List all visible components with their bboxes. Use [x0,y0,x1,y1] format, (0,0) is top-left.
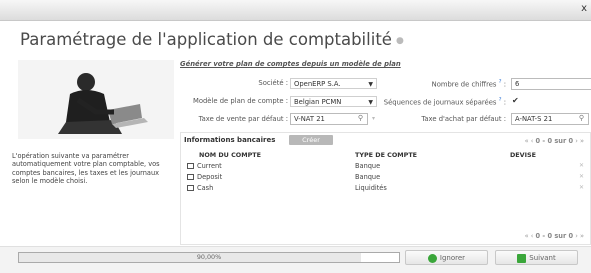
account-type-cell: Banque [355,173,381,181]
delete-icon[interactable]: ✕ [579,173,584,180]
column-header-currency[interactable]: DEVISE [510,151,536,159]
table-row[interactable]: Deposit Banque ✕ [181,173,590,182]
company-value: OpenERP S.A. [294,80,341,88]
separate-sequences-label-text: Séquences de journaux séparées [383,98,497,107]
digits-value: 6 [515,80,520,88]
page-title: Paramétrage de l'application de comptabi… [20,30,404,49]
progress-bar: 90,00% [18,252,400,263]
form-row-company: Société : OpenERP S.A. ▼ Nombre de chiffr… [180,78,591,91]
bank-section-title: Informations bancaires [184,136,276,144]
skip-button[interactable]: Ignorer [405,250,488,265]
chart-template-select[interactable]: Belgian PCMN ▼ [290,96,377,107]
delete-icon[interactable]: ✕ [579,162,584,169]
prev-page-icon[interactable]: ‹ [531,232,534,240]
last-page-icon[interactable]: » [580,137,584,145]
next-button[interactable]: Suivant [495,250,578,265]
pager-top-text: 0 - 0 sur 0 [535,137,574,145]
company-select[interactable]: OpenERP S.A. ▼ [290,78,377,89]
next-arrow-icon [517,253,527,263]
pager-bottom-text: 0 - 0 sur 0 [535,232,574,240]
skip-label: Ignorer [439,254,466,262]
dropdown-arrow-icon: ▼ [368,99,373,106]
section-title: Générer votre plan de comptes depuis un … [180,60,401,68]
sale-tax-label: Taxe de vente par défaut : [198,115,288,123]
close-icon[interactable]: x [581,3,587,14]
chart-template-value: Belgian PCMN [294,98,342,106]
account-type-cell: Banque [355,162,381,170]
digits-help-icon[interactable]: ? [499,79,502,85]
form-row-taxes: Taxe de vente par défaut : V-NAT 21 ⚲ ▾ T… [180,113,591,126]
help-icon[interactable]: ● [396,36,404,46]
illustration-image [18,60,174,139]
purchase-tax-label: Taxe d'achat par défaut : [421,115,506,123]
account-name-cell: Deposit [187,173,222,181]
sale-tax-more-icon[interactable]: ▾ [372,115,375,122]
account-name-cell: Cash [187,184,213,192]
separate-sequences-label: Séquences de journaux séparées ? : [384,97,506,106]
table-row[interactable]: Current Banque ✕ [181,162,590,171]
edit-icon[interactable] [187,185,194,191]
table-row[interactable]: Cash Liquidités ✕ [181,184,590,193]
account-name-cell: Current [187,162,222,170]
skip-icon [427,253,437,263]
prev-page-icon[interactable]: ‹ [531,137,534,145]
progress-label: 90,00% [196,253,222,261]
edit-icon[interactable] [187,174,194,180]
form-row-chart-template: Modèle de plan de compte : Belgian PCMN ▼… [180,96,591,109]
account-type-cell: Liquidités [355,184,387,192]
pager-top: « ‹ 0 - 0 sur 0 › » [525,137,584,145]
pager-bottom: « ‹ 0 - 0 sur 0 › » [525,232,584,240]
man-with-laptop-illustration [18,60,174,139]
window-title-bar: x [0,0,591,21]
delete-icon[interactable]: ✕ [579,184,584,191]
next-page-icon[interactable]: › [575,137,578,145]
create-button[interactable]: Créer [289,135,333,145]
column-header-account-type[interactable]: TYPE DE COMPTE [355,151,417,159]
edit-icon[interactable] [187,163,194,169]
purchase-tax-input[interactable]: A-NAT-S 21 ⚲ [511,113,589,125]
account-name: Deposit [197,173,223,181]
separate-sequences-colon: : [503,98,506,107]
sale-tax-input[interactable]: V-NAT 21 ⚲ [290,113,368,125]
search-icon[interactable]: ⚲ [358,113,363,124]
digits-input[interactable]: 6 [511,78,591,90]
digits-label: Nombre de chiffres ? : [432,79,506,88]
next-page-icon[interactable]: › [575,232,578,240]
digits-label-text: Nombre de chiffres [431,80,497,89]
sale-tax-value: V-NAT 21 [294,115,325,123]
first-page-icon[interactable]: « [525,232,529,240]
chart-template-label: Modèle de plan de compte : [192,97,288,105]
search-icon[interactable]: ⚲ [579,113,584,124]
account-name: Cash [197,184,214,192]
purchase-tax-value: A-NAT-S 21 [515,115,553,123]
company-label: Société : [258,79,288,87]
column-header-account-name[interactable]: NOM DU COMPTE [199,151,261,159]
next-label: Suivant [529,254,556,262]
account-name: Current [197,162,222,170]
separate-sequences-checkbox[interactable]: ✔ [512,96,519,105]
dropdown-arrow-icon: ▼ [368,81,373,88]
intro-description: L'opération suivante va paramétrer autom… [12,152,160,186]
first-page-icon[interactable]: « [525,137,529,145]
last-page-icon[interactable]: » [580,232,584,240]
page-title-text: Paramétrage de l'application de comptabi… [20,30,392,49]
digits-colon: : [503,80,506,89]
separate-sequences-help-icon[interactable]: ? [499,97,502,103]
bank-accounts-grid: Informations bancaires Créer « ‹ 0 - 0 s… [180,132,591,245]
